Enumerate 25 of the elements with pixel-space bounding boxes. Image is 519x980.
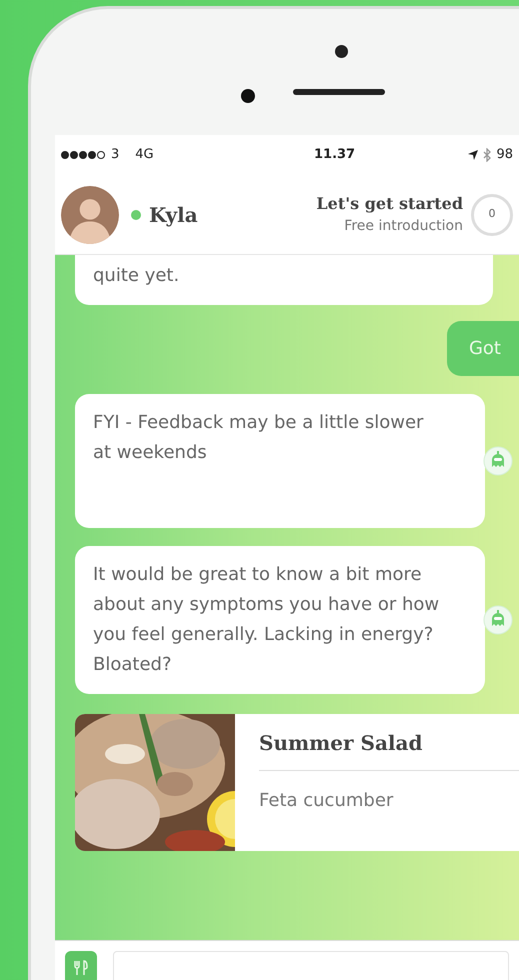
signal-icon <box>61 151 107 159</box>
carrier-name: 3 <box>111 146 120 164</box>
message-bubble: It would be great to know a bit more about any symptoms you have or how you feel generally. Lacking in energy? Bloated? <box>75 546 485 694</box>
robot-icon <box>483 446 513 476</box>
message-bubble: quite yet. <box>75 255 493 305</box>
progress-ring: 0 <box>471 194 513 236</box>
recipe-title: Summer Salad <box>259 714 519 771</box>
network-type: 4G <box>135 146 154 164</box>
message-bubble: Got <box>446 321 519 376</box>
cutlery-button[interactable] <box>65 951 97 980</box>
clock-time: 11.37 <box>312 146 356 164</box>
camera-dot <box>335 45 348 58</box>
robot-icon <box>483 605 513 635</box>
message-bubble: FYI - Feedback may be a little slower at weekends <box>75 394 485 528</box>
header-subtitle: Free introduction <box>343 217 463 236</box>
contact-name: Kyla <box>149 202 198 228</box>
recipe-card[interactable]: Summer Salad Feta cucumber <box>75 714 519 851</box>
sensor-dot <box>241 89 255 103</box>
recipe-subtitle: Feta cucumber <box>259 789 394 813</box>
avatar[interactable] <box>61 186 119 244</box>
bluetooth-icon <box>483 148 492 162</box>
location-icon <box>467 149 480 161</box>
cutlery-icon <box>73 960 89 976</box>
battery-percent: 98 <box>496 146 513 164</box>
header-title: Let's get started <box>316 193 463 215</box>
